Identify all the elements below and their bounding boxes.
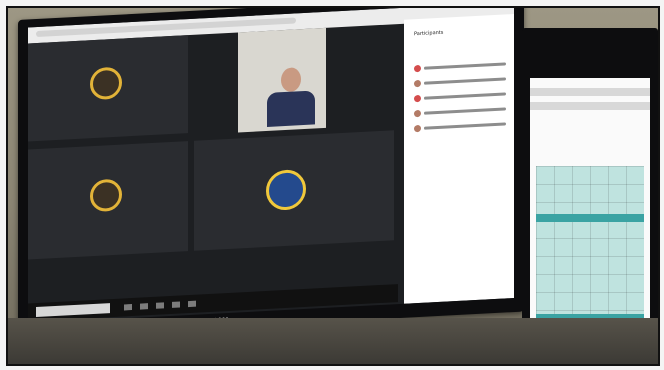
taskbar-icon[interactable] bbox=[172, 301, 180, 308]
avatar-dot bbox=[414, 94, 421, 103]
avatar-dot bbox=[414, 79, 421, 88]
participant-row[interactable] bbox=[414, 105, 506, 118]
second-monitor bbox=[522, 28, 658, 360]
sheet-grid bbox=[536, 166, 644, 332]
photo-frame: Participants acer bbox=[6, 6, 660, 366]
sheet-formula-bar bbox=[530, 102, 650, 110]
participant-line bbox=[424, 92, 506, 100]
participant-line bbox=[424, 122, 506, 130]
avatar-dot bbox=[414, 124, 421, 133]
participant-row[interactable] bbox=[414, 120, 506, 133]
avatar-dot bbox=[414, 64, 421, 73]
spreadsheet bbox=[530, 78, 650, 350]
taskbar-search[interactable] bbox=[36, 303, 110, 318]
panel-title: Participants bbox=[414, 29, 444, 38]
avatar-dot bbox=[414, 109, 421, 118]
main-monitor: Participants acer bbox=[18, 8, 524, 339]
participant-row[interactable] bbox=[414, 90, 506, 103]
participant-line bbox=[424, 62, 506, 70]
speaker-body bbox=[267, 90, 315, 127]
speaker-video bbox=[264, 66, 318, 127]
participant-line bbox=[424, 77, 506, 85]
participant-list bbox=[414, 60, 506, 140]
taskbar-icon[interactable] bbox=[124, 304, 132, 311]
taskbar-icon[interactable] bbox=[156, 302, 164, 309]
participant-row[interactable] bbox=[414, 60, 506, 73]
participant-row[interactable] bbox=[414, 75, 506, 88]
taskbar-icon[interactable] bbox=[140, 303, 148, 310]
taskbar bbox=[28, 284, 398, 322]
sheet-teal-row bbox=[536, 214, 644, 222]
participant-line bbox=[424, 107, 506, 115]
monitor-screen: Participants bbox=[28, 8, 514, 324]
sheet-toolbar bbox=[530, 88, 650, 96]
desk bbox=[8, 318, 658, 364]
speaker-head bbox=[281, 67, 301, 93]
participants-panel: Participants bbox=[404, 14, 514, 304]
taskbar-icon[interactable] bbox=[188, 300, 196, 308]
